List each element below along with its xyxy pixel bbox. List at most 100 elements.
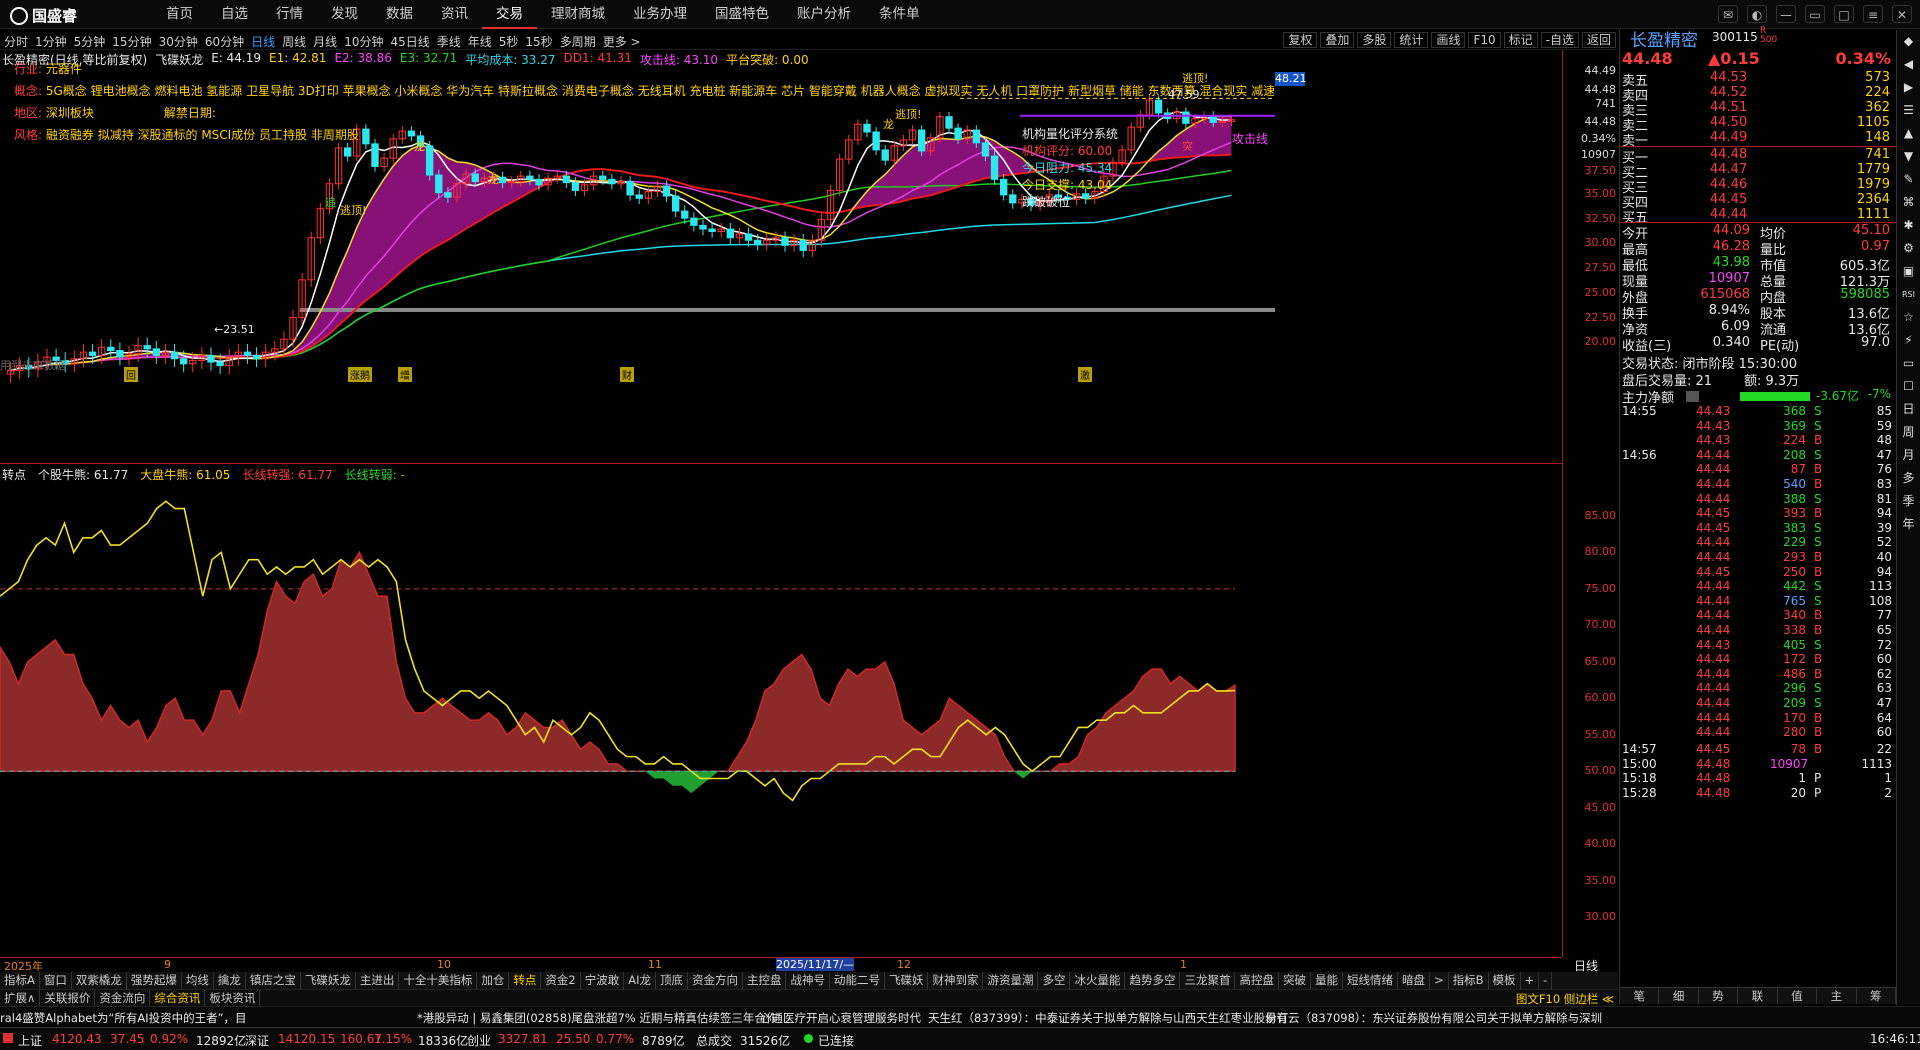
side-tab-21[interactable]: 年 [1897,513,1920,536]
info-tab-2[interactable]: 资金流向 [95,990,151,1007]
period-10[interactable]: 45日线 [390,33,429,50]
event-tag-1[interactable]: 涨鹅 [348,367,372,382]
indicator-tab-24[interactable]: 冰火量能 [1070,972,1126,989]
indicator-tab-14[interactable]: AI龙 [624,972,656,989]
toolbar-btn-6[interactable]: 标记 [1503,32,1538,48]
minimize-icon[interactable]: — [1776,5,1796,23]
menu-3[interactable]: 发现 [317,0,372,29]
indicator-tab-12[interactable]: 资金2 [541,972,581,989]
toolbar-btn-0[interactable]: 复权 [1283,32,1318,48]
side-tab-1[interactable]: ◀ [1897,53,1920,76]
period-16[interactable]: 更多 > [603,33,641,50]
menu-6[interactable]: 交易 [482,0,537,29]
indicator-tab-10[interactable]: 加仓 [477,972,510,989]
period-2[interactable]: 5分钟 [74,33,106,50]
sub-indicator-name[interactable]: 转点 [2,466,26,483]
indicator-tab-15[interactable]: 顶底 [656,972,688,989]
info-tab-4[interactable]: 板块资讯 [205,990,261,1007]
indicator-tab-5[interactable]: 擒龙 [214,972,246,989]
side-tab-11[interactable]: RSI [1897,283,1920,306]
indicator-tab-28[interactable]: 突破 [1279,972,1311,989]
side-tab-9[interactable]: ⚙ [1897,237,1920,260]
indicator-tab-35[interactable]: + [1521,972,1540,989]
period-12[interactable]: 年线 [468,33,492,50]
period-6[interactable]: 日线 [251,33,275,50]
side-tab-8[interactable]: ✱ [1897,214,1920,237]
period-14[interactable]: 15秒 [525,33,552,50]
event-tag-3[interactable]: 财 [620,367,634,382]
side-tab-12[interactable]: ☆ [1897,306,1920,329]
side-tab-5[interactable]: ▼ [1897,145,1920,168]
period-13[interactable]: 5秒 [499,33,519,50]
toolbar-btn-3[interactable]: 统计 [1394,32,1429,48]
side-tab-20[interactable]: 季 [1897,490,1920,513]
indicator-tab-7[interactable]: 飞碟妖龙 [301,972,356,989]
side-tab-2[interactable]: ▶ [1897,76,1920,99]
indicator-tab-22[interactable]: 游资量潮 [983,972,1039,989]
indicator-tab-36[interactable]: - [1539,972,1553,989]
side-tab-17[interactable]: 周 [1897,421,1920,444]
quote-tab-1[interactable]: 细 [1659,988,1699,1004]
info-tab-1[interactable]: 关联报价 [40,990,96,1007]
news-item-0[interactable]: ral4盛赞Alphabet为“所有AI投资中的王者”，目 [0,1010,247,1026]
period-7[interactable]: 周线 [282,33,306,50]
skin-icon[interactable]: ◐ [1747,5,1767,23]
indicator-tab-11[interactable]: 转点 [509,972,542,989]
indicator-tab-4[interactable]: 均线 [182,972,214,989]
close-icon[interactable]: ✕ [1892,5,1912,23]
news-item-1[interactable]: *港股异动 | 易鑫集团(02858)尾盘涨超7% 近期与精真估续签三年合作 [417,1010,777,1026]
side-tab-19[interactable]: 多 [1897,467,1920,490]
menu-11[interactable]: 条件单 [865,0,934,29]
period-15[interactable]: 多周期 [560,33,596,50]
indicator-tab-34[interactable]: 模板 [1489,972,1521,989]
indicator-tab-2[interactable]: 双紫橇龙 [72,972,127,989]
side-tab-16[interactable]: 日 [1897,398,1920,421]
chat-icon[interactable]: ✉ [1718,5,1738,23]
indicator-tab-3[interactable]: 强势起爆 [127,972,182,989]
side-tab-4[interactable]: ▲ [1897,122,1920,145]
menu-icon[interactable]: ≡ [1863,5,1883,23]
indicator-tab-18[interactable]: 战神号 [786,972,830,989]
dropdown-icon[interactable] [1686,391,1699,402]
indicator-tab-26[interactable]: 三龙聚首 [1180,972,1236,989]
menu-4[interactable]: 数据 [372,0,427,29]
toolbar-btn-1[interactable]: 叠加 [1320,32,1355,48]
info-tab-3[interactable]: 综合资讯 [150,990,206,1007]
indicator-tab-13[interactable]: 宁波敢 [581,972,625,989]
news-item-3[interactable]: 天生红（837399）：中泰证券关于拟单方解除与山西天生红枣业股份有 [928,1010,1288,1026]
indicator-tab-9[interactable]: 十全十美指标 [399,972,478,989]
quote-tab-4[interactable]: 值 [1778,988,1818,1004]
restore-icon[interactable]: ▭ [1805,5,1825,23]
menu-5[interactable]: 资讯 [427,0,482,29]
indicator-tab-16[interactable]: 资金方向 [688,972,743,989]
period-8[interactable]: 月线 [313,33,337,50]
menu-10[interactable]: 账户分析 [783,0,865,29]
quote-tab-3[interactable]: 联 [1738,988,1778,1004]
side-tab-0[interactable]: ◆ [1897,30,1920,53]
indicator-tab-8[interactable]: 主进出 [356,972,400,989]
period-9[interactable]: 10分钟 [344,33,383,50]
indicator-tab-6[interactable]: 镇店之宝 [246,972,301,989]
side-tab-10[interactable]: ▣ [1897,260,1920,283]
indicator-tab-20[interactable]: 飞碟妖 [885,972,929,989]
side-tab-6[interactable]: ✎ [1897,168,1920,191]
quote-tab-6[interactable]: 筹 [1857,988,1896,1004]
side-tab-7[interactable]: ⌘ [1897,191,1920,214]
side-tab-18[interactable]: 月 [1897,444,1920,467]
indicator-tab-21[interactable]: 财神到家 [928,972,984,989]
indicator-tab-17[interactable]: 主控盘 [743,972,787,989]
indicator-tab-27[interactable]: 高控盘 [1235,972,1279,989]
side-tab-13[interactable]: ⚡ [1897,329,1920,352]
menu-0[interactable]: 首页 [152,0,207,29]
indicator-tab-31[interactable]: 暗盘 [1398,972,1430,989]
indicator-tab-0[interactable]: 指标A [0,972,40,989]
period-1[interactable]: 1分钟 [35,33,67,50]
period-3[interactable]: 15分钟 [112,33,151,50]
event-tag-2[interactable]: 增 [398,367,412,382]
toolbar-btn-8[interactable]: 返回 [1581,32,1616,48]
indicator-tab-32[interactable]: > [1430,972,1449,989]
side-tab-3[interactable]: ☰ [1897,99,1920,122]
indicator-tab-33[interactable]: 指标B [1449,972,1489,989]
f10-sidebar-toggle[interactable]: 图文F10 侧边栏 ≪ [1516,991,1614,1007]
event-tag-0[interactable]: 回 [124,367,138,382]
